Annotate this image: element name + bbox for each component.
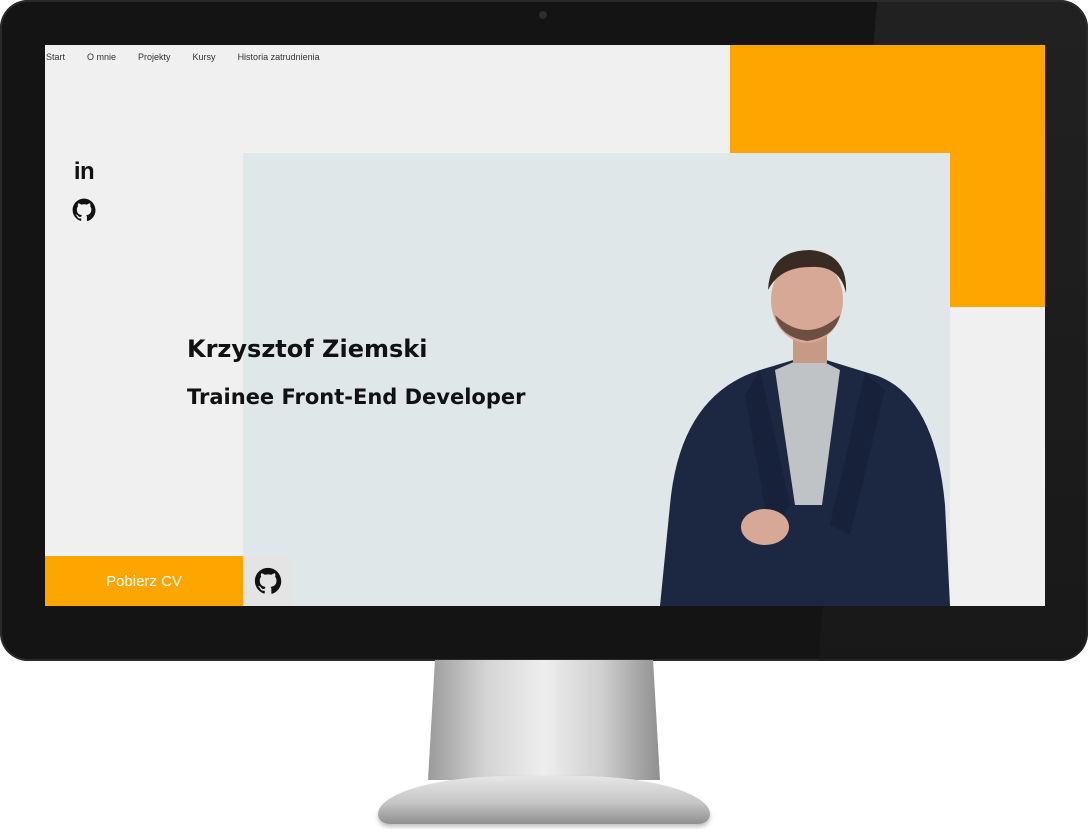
- nav-link-kursy[interactable]: Kursy: [193, 52, 216, 62]
- github-button[interactable]: [243, 556, 293, 606]
- github-link[interactable]: [70, 196, 98, 224]
- github-icon: [72, 198, 96, 222]
- monitor-stand-neck: [428, 660, 660, 780]
- top-nav: Start O mnie Projekty Kursy Historia zat…: [46, 52, 320, 62]
- hero-name: Krzysztof Ziemski: [187, 335, 428, 363]
- monitor-bezel: Start O mnie Projekty Kursy Historia zat…: [0, 0, 1088, 661]
- linkedin-link[interactable]: in: [70, 158, 98, 186]
- hero-role: Trainee Front-End Developer: [187, 385, 526, 409]
- github-icon: [254, 567, 282, 594]
- portrait-photo: [660, 250, 950, 606]
- download-cv-button[interactable]: Pobierz CV: [45, 556, 243, 606]
- monitor-stand-base: [378, 776, 710, 824]
- camera-icon: [539, 11, 547, 19]
- monitor-mockup: Start O mnie Projekty Kursy Historia zat…: [0, 0, 1088, 829]
- nav-link-start[interactable]: Start: [46, 52, 65, 62]
- website-screen: Start O mnie Projekty Kursy Historia zat…: [45, 45, 1045, 606]
- nav-link-o-mnie[interactable]: O mnie: [87, 52, 116, 62]
- linkedin-icon: in: [73, 158, 95, 185]
- nav-link-projekty[interactable]: Projekty: [138, 52, 171, 62]
- nav-link-historia[interactable]: Historia zatrudnienia: [238, 52, 320, 62]
